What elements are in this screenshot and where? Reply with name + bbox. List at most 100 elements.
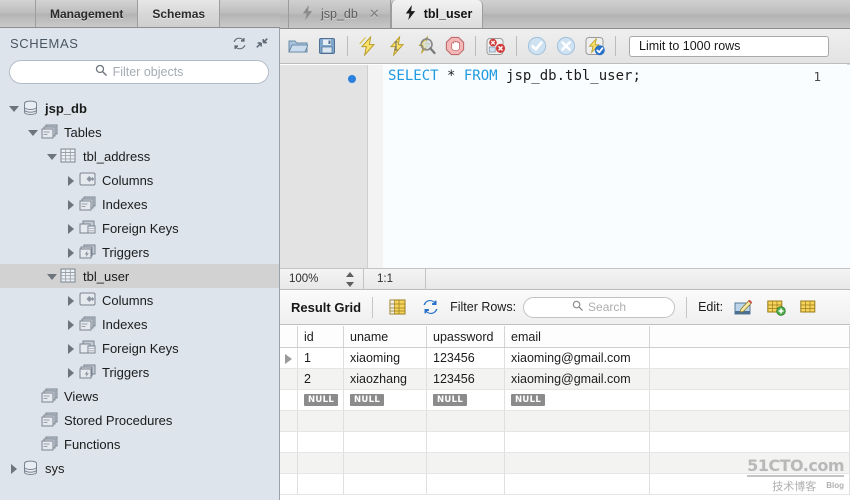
empty-cell[interactable]	[505, 411, 650, 432]
row-filler-cell[interactable]	[650, 432, 850, 453]
cell-email[interactable]: xiaoming@gmail.com	[505, 369, 650, 390]
chevron-down-icon[interactable]	[26, 126, 39, 139]
stop-execution-icon[interactable]	[442, 33, 468, 59]
tree-item-columns[interactable]: Columns	[0, 168, 279, 192]
filter-objects-input[interactable]: Filter objects	[9, 60, 269, 84]
empty-cell[interactable]	[344, 453, 427, 474]
result-data-grid[interactable]: id uname upassword email 1 xiaoming 123456 xia…	[280, 326, 850, 500]
grid-view-icon[interactable]	[384, 294, 410, 320]
tree-item-triggers[interactable]: Triggers	[0, 360, 279, 384]
new-cell-upassword[interactable]: NULL	[427, 390, 505, 411]
cell-id[interactable]: 2	[298, 369, 344, 390]
empty-cell[interactable]	[298, 453, 344, 474]
tree-item-sys[interactable]: sys	[0, 456, 279, 480]
empty-row[interactable]	[280, 453, 850, 474]
empty-cell[interactable]	[505, 453, 650, 474]
chevron-right-icon[interactable]	[64, 222, 77, 235]
delete-row-icon[interactable]	[796, 294, 822, 320]
table-row[interactable]: 2 xiaozhang 123456 xiaoming@gmail.com	[280, 369, 850, 390]
empty-cell[interactable]	[427, 432, 505, 453]
insert-row-icon[interactable]	[763, 294, 789, 320]
zoom-level-control[interactable]: 100%	[280, 268, 364, 290]
row-limit-select[interactable]: Limit to 1000 rows	[629, 35, 829, 57]
empty-row[interactable]	[280, 474, 850, 495]
tree-item-indexes[interactable]: Indexes	[0, 312, 279, 336]
cell-id[interactable]: 1	[298, 348, 344, 369]
row-selector-cell[interactable]	[280, 348, 298, 369]
column-header-email[interactable]: email	[505, 326, 650, 347]
tree-item-views[interactable]: Views	[0, 384, 279, 408]
tree-item-jsp_db[interactable]: jsp_db	[0, 96, 279, 120]
chevron-right-icon[interactable]	[7, 462, 20, 475]
autocommit-icon[interactable]	[582, 33, 608, 59]
cell-upassword[interactable]: 123456	[427, 369, 505, 390]
empty-cell[interactable]	[427, 453, 505, 474]
empty-cell[interactable]	[427, 474, 505, 495]
sidebar-tab-management[interactable]: Management	[36, 0, 139, 27]
editor-tab-jsp_db[interactable]: jsp_db ✕	[289, 0, 391, 28]
chevron-right-icon[interactable]	[64, 174, 77, 187]
filter-rows-input[interactable]: Search	[523, 296, 676, 318]
close-icon[interactable]: ✕	[369, 6, 380, 22]
new-record-row[interactable]: NULL NULL NULL NULL	[280, 390, 850, 411]
empty-cell[interactable]	[505, 432, 650, 453]
empty-cell[interactable]	[298, 411, 344, 432]
row-filler-cell[interactable]	[650, 348, 850, 369]
refresh-icon[interactable]	[231, 35, 247, 51]
empty-cell[interactable]	[505, 474, 650, 495]
toggle-stop-on-error-icon[interactable]	[483, 33, 509, 59]
commit-icon[interactable]	[524, 33, 550, 59]
empty-cell[interactable]	[427, 411, 505, 432]
sql-code-editor[interactable]: 1 SELECT * FROM jsp_db.tbl_user;	[280, 65, 850, 268]
empty-row[interactable]	[280, 432, 850, 453]
cell-uname[interactable]: xiaoming	[344, 348, 427, 369]
schema-tree[interactable]: jsp_db Tables tbl_address Columns Indexes For…	[0, 96, 279, 500]
edit-row-icon[interactable]	[730, 294, 756, 320]
new-cell-uname[interactable]: NULL	[344, 390, 427, 411]
chevron-right-icon[interactable]	[64, 366, 77, 379]
empty-row[interactable]	[280, 411, 850, 432]
open-sql-script-icon[interactable]	[285, 33, 311, 59]
row-filler-cell[interactable]	[650, 369, 850, 390]
chevron-right-icon[interactable]	[64, 198, 77, 211]
chevron-right-icon[interactable]	[64, 246, 77, 259]
cell-upassword[interactable]: 123456	[427, 348, 505, 369]
new-cell-email[interactable]: NULL	[505, 390, 650, 411]
tree-item-tables[interactable]: Tables	[0, 120, 279, 144]
chevron-down-icon[interactable]	[45, 150, 58, 163]
column-header-id[interactable]: id	[298, 326, 344, 347]
row-selector-cell[interactable]	[280, 453, 298, 474]
rollback-icon[interactable]	[553, 33, 579, 59]
empty-cell[interactable]	[298, 474, 344, 495]
execute-statement-icon[interactable]	[355, 33, 381, 59]
collapse-all-icon[interactable]	[254, 35, 270, 51]
row-filler-cell[interactable]	[650, 474, 850, 495]
empty-cell[interactable]	[344, 411, 427, 432]
chevron-right-icon[interactable]	[64, 294, 77, 307]
sidebar-tab-schemas[interactable]: Schemas	[138, 0, 221, 27]
execute-current-icon[interactable]	[384, 33, 410, 59]
empty-cell[interactable]	[344, 474, 427, 495]
table-row[interactable]: 1 xiaoming 123456 xiaoming@gmail.com	[280, 348, 850, 369]
row-selector-cell[interactable]	[280, 390, 298, 411]
tree-item-stored-procedures[interactable]: Stored Procedures	[0, 408, 279, 432]
empty-cell[interactable]	[298, 432, 344, 453]
tree-item-indexes[interactable]: Indexes	[0, 192, 279, 216]
new-cell-id[interactable]: NULL	[298, 390, 344, 411]
row-filler-cell[interactable]	[650, 390, 850, 411]
tree-item-foreign-keys[interactable]: Foreign Keys	[0, 216, 279, 240]
editor-tab-tbl_user[interactable]: tbl_user	[390, 0, 484, 28]
empty-cell[interactable]	[344, 432, 427, 453]
row-selector-cell[interactable]	[280, 474, 298, 495]
row-selector-cell[interactable]	[280, 432, 298, 453]
refresh-result-icon[interactable]	[417, 294, 443, 320]
chevron-right-icon[interactable]	[64, 342, 77, 355]
tree-item-tbl_address[interactable]: tbl_address	[0, 144, 279, 168]
tree-item-functions[interactable]: Functions	[0, 432, 279, 456]
row-filler-cell[interactable]	[650, 411, 850, 432]
zoom-stepper-icon[interactable]	[346, 271, 355, 287]
row-filler-cell[interactable]	[650, 453, 850, 474]
column-header-upassword[interactable]: upassword	[427, 326, 505, 347]
tree-item-foreign-keys[interactable]: Foreign Keys	[0, 336, 279, 360]
chevron-down-icon[interactable]	[45, 270, 58, 283]
